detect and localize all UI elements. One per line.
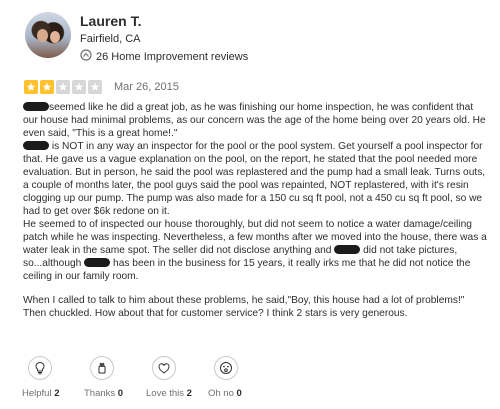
love-this-button[interactable]: Love this 2: [146, 356, 208, 399]
star-icon: [72, 80, 86, 94]
redacted-name: [84, 258, 111, 267]
review-rating-row: Mar 26, 2015: [24, 80, 179, 94]
review-count-label: 26 Home Improvement reviews: [96, 50, 249, 63]
star-icon: [24, 80, 38, 94]
review-paragraph: He seemed to of inspected our house thor…: [23, 219, 487, 282]
review-paragraph: seemed like he did a great job, as he wa…: [23, 102, 486, 139]
oh-no-label: Oh no 0: [208, 388, 242, 399]
reaction-bar: Helpful 2 Thanks 0 Love this 2 Oh no 0: [22, 356, 270, 399]
user-review-count: 26 Home Improvement reviews: [80, 49, 248, 64]
user-avatar[interactable]: [25, 12, 71, 58]
star-icon: [88, 80, 102, 94]
love-heart-icon: [152, 356, 176, 380]
thanks-hands-icon: [90, 356, 114, 380]
thanks-button[interactable]: Thanks 0: [84, 356, 146, 399]
oh-no-face-icon: [214, 356, 238, 380]
user-location: Fairfield, CA: [80, 33, 141, 45]
helpful-label: Helpful 2: [22, 388, 60, 399]
review-body: seemed like he did a great job, as he wa…: [23, 101, 488, 320]
lightbulb-icon: [28, 356, 52, 380]
user-name[interactable]: Lauren T.: [80, 13, 141, 29]
redacted-name: [23, 141, 49, 150]
redacted-name: [23, 102, 49, 111]
star-icon: [56, 80, 70, 94]
love-this-label: Love this 2: [146, 388, 192, 399]
review-date: Mar 26, 2015: [114, 81, 179, 93]
review-paragraph: is NOT in any way an inspector for the p…: [23, 141, 486, 217]
oh-no-button[interactable]: Oh no 0: [208, 356, 270, 399]
thanks-label: Thanks 0: [84, 388, 124, 399]
star-icon: [40, 80, 54, 94]
helpful-button[interactable]: Helpful 2: [22, 356, 84, 399]
review-count-icon: [80, 49, 96, 64]
redacted-name: [334, 245, 361, 254]
review-paragraph: When I called to talk to him about these…: [23, 295, 465, 319]
